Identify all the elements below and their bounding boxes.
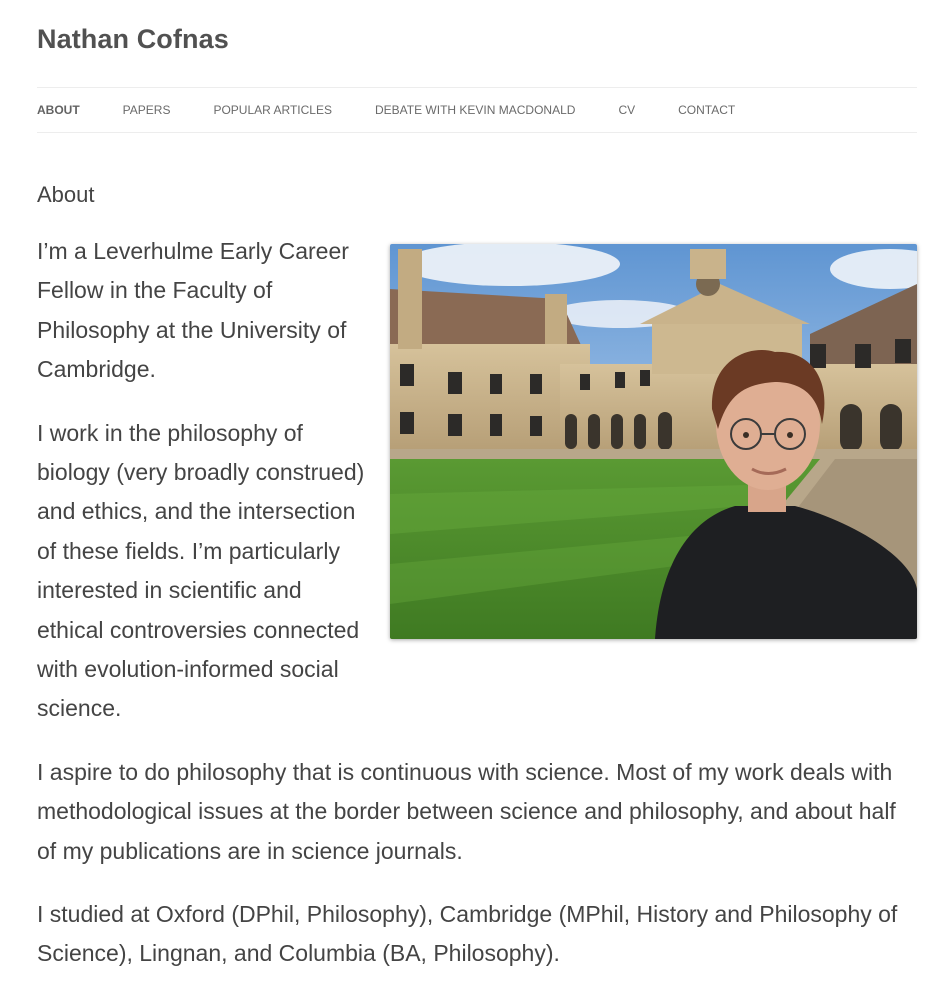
intro-text: I’m a Leverhulme Early Career Fellow in … <box>37 232 372 753</box>
nav-item-papers[interactable]: Papers <box>123 103 171 117</box>
paragraph-aspiration-block: I aspire to do philosophy that is contin… <box>37 753 917 871</box>
nav-item-popular-articles[interactable]: Popular Articles <box>213 103 332 117</box>
paragraph-aspiration: I aspire to do philosophy that is contin… <box>37 759 896 864</box>
college-court-portrait-image <box>390 244 917 639</box>
profile-photo <box>390 244 917 639</box>
main-navigation: About Papers Popular Articles Debate wit… <box>37 87 917 133</box>
nav-item-debate[interactable]: Debate with Kevin MacDonald <box>375 103 575 117</box>
nav-item-about[interactable]: About <box>37 103 80 117</box>
nav-item-contact[interactable]: Contact <box>678 103 735 117</box>
paragraph-education: I studied at Oxford (DPhil, Philosophy),… <box>37 901 898 967</box>
page-title: About <box>37 182 95 207</box>
paragraph-education-block: I studied at Oxford (DPhil, Philosophy),… <box>37 895 917 974</box>
site-title[interactable]: Nathan Cofnas <box>37 22 229 56</box>
nav-item-cv[interactable]: CV <box>618 103 635 117</box>
paragraph-position: I’m a Leverhulme Early Career Fellow in … <box>37 238 349 383</box>
paragraph-research: I work in the philosophy of biology (ver… <box>37 419 365 722</box>
